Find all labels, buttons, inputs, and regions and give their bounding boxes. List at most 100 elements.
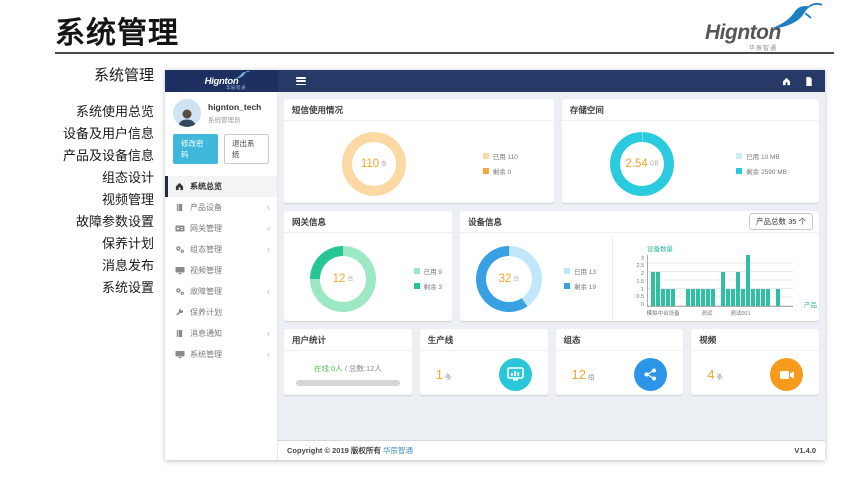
logout-button[interactable]: 退出系统 — [224, 134, 269, 164]
x-tick: 测试001 — [730, 309, 750, 317]
sidebar-item[interactable]: 故障管理‹ — [165, 281, 277, 302]
legend-swatch — [564, 268, 570, 274]
production-line-card: 生产线 1条 — [420, 329, 548, 395]
legend-item: 剩余 3 — [414, 281, 442, 291]
card-title: 生产线 — [420, 329, 548, 351]
app-sidebar: hignton_tech 系统管理员 修改密码 退出系统 系统总览产品设备‹网关… — [165, 92, 278, 460]
donut-value: 32 — [499, 273, 512, 285]
gateway-legend: 已用 9剩余 3 — [414, 266, 442, 291]
bar — [751, 289, 755, 306]
card-title: 设备信息 — [468, 217, 502, 227]
sidebar-item[interactable]: 网关管理‹ — [165, 218, 277, 239]
left-nav-item[interactable]: 设备及用户信息 — [0, 123, 154, 145]
left-nav-items: 系统使用总览设备及用户信息产品及设备信息组态设计视频管理故障参数设置保养计划消息… — [0, 101, 154, 299]
donut-unit: GB — [650, 161, 659, 167]
metric-unit: 条 — [445, 374, 452, 381]
hignton-logo: Hignton 华辰智通 — [705, 3, 830, 55]
legend-swatch — [564, 283, 570, 289]
username: hignton_tech — [208, 102, 261, 112]
admin-app-window: Hignton 华辰智通 — [165, 70, 825, 460]
left-nav-item[interactable]: 组态设计 — [0, 167, 154, 189]
sitemap-icon — [634, 358, 667, 391]
metric-unit: 组 — [588, 374, 595, 381]
brand-name: Hignton — [705, 21, 781, 45]
legend-item: 已用 10 MB — [736, 151, 787, 161]
left-page-nav: 系统管理 系统使用总览设备及用户信息产品及设备信息组态设计视频管理故障参数设置保… — [0, 64, 160, 299]
bar — [671, 289, 675, 306]
sidebar-item[interactable]: 消息通知 ‹ — [165, 323, 277, 344]
legend-swatch — [483, 168, 489, 174]
sidebar-item-label: 消息通知 — [190, 328, 222, 339]
legend-item: 剩余 19 — [564, 281, 596, 291]
factory-monitor-icon — [499, 358, 532, 391]
chevron-left-icon: ‹ — [267, 245, 270, 254]
sms-usage-card: 短信使用情况 110条 已用 110剩余 0 — [284, 99, 554, 203]
bar — [666, 289, 670, 306]
card-title: 组态 — [556, 329, 684, 351]
bar-chart-bars — [647, 255, 793, 307]
sidebar-menu: 系统总览产品设备‹网关管理‹组态管理‹视频管理故障管理‹保养计划消息通知‹系统管… — [165, 176, 277, 365]
online-count: 在线:0人 — [314, 364, 343, 373]
company-link[interactable]: 华辰智通 — [383, 446, 413, 455]
device-legend: 已用 13剩余 19 — [564, 266, 596, 291]
donut-value: 12 — [333, 273, 346, 285]
sidebar-item-label: 故障管理 — [190, 286, 222, 297]
metric-value: 1 — [436, 367, 443, 382]
config-card: 组态 12组 — [556, 329, 684, 395]
bar — [776, 289, 780, 306]
antelope-icon — [234, 71, 250, 79]
left-nav-item[interactable]: 系统设置 — [0, 277, 154, 299]
legend-item: 已用 110 — [483, 151, 518, 161]
legend-label: 剩余 3 — [424, 281, 442, 291]
sms-donut-chart: 110条 — [342, 132, 406, 196]
legend-swatch — [414, 268, 420, 274]
chevron-left-icon: ‹ — [267, 350, 270, 359]
bar — [761, 289, 765, 306]
bar — [721, 272, 725, 306]
bar — [741, 289, 745, 306]
y-tick: 3 — [641, 257, 644, 263]
device-donut-chart: 32台 — [476, 246, 542, 312]
legend-swatch — [736, 153, 742, 159]
app-navbar: Hignton 华辰智通 — [165, 70, 825, 92]
chevron-left-icon: ‹ — [267, 329, 270, 338]
legend-label: 已用 10 MB — [746, 151, 780, 161]
user-avatar[interactable] — [173, 99, 201, 127]
bar — [711, 289, 715, 306]
bar — [701, 289, 705, 306]
product-total-badge[interactable]: 产品总数 35 个 — [749, 213, 813, 230]
storage-donut-chart: 2.54GB — [610, 132, 674, 196]
bar — [686, 289, 690, 306]
bar — [656, 272, 660, 306]
bar-chart-title: 设备数量 — [647, 243, 793, 253]
change-password-button[interactable]: 修改密码 — [173, 134, 218, 164]
left-nav-item[interactable]: 保养计划 — [0, 233, 154, 255]
sidebar-item[interactable]: 系统管理‹ — [165, 344, 277, 365]
metric-value: 12 — [572, 367, 586, 382]
left-nav-item[interactable]: 消息发布 — [0, 255, 154, 277]
left-nav-heading: 系统管理 — [0, 64, 154, 85]
user-role: 系统管理员 — [208, 114, 261, 124]
file-icon[interactable] — [805, 77, 813, 86]
left-nav-item[interactable]: 故障参数设置 — [0, 211, 154, 233]
home-icon — [175, 182, 185, 191]
card-title: 网关信息 — [284, 211, 452, 233]
cogs-icon — [175, 287, 185, 296]
left-nav-item[interactable]: 视频管理 — [0, 189, 154, 211]
sidebar-item[interactable]: 组态管理‹ — [165, 239, 277, 260]
bar — [661, 289, 665, 306]
app-logo[interactable]: Hignton 华辰智通 — [165, 70, 278, 92]
storage-legend: 已用 10 MB剩余 2590 MB — [736, 151, 787, 176]
left-nav-item[interactable]: 产品及设备信息 — [0, 145, 154, 167]
sidebar-item[interactable]: 保养计划 — [165, 302, 277, 323]
left-nav-item[interactable]: 系统使用总览 — [0, 101, 154, 123]
home-icon[interactable] — [782, 77, 791, 86]
sidebar-item-label: 产品设备 — [190, 202, 222, 213]
x-tick: 模拟中台设备 — [647, 309, 680, 317]
sidebar-item[interactable]: 系统总览 — [165, 176, 277, 197]
sidebar-item[interactable]: 视频管理 — [165, 260, 277, 281]
wrench-icon — [175, 308, 185, 317]
sidebar-item[interactable]: 产品设备‹ — [165, 197, 277, 218]
menu-toggle-button[interactable] — [296, 77, 306, 85]
sms-legend: 已用 110剩余 0 — [483, 151, 518, 176]
